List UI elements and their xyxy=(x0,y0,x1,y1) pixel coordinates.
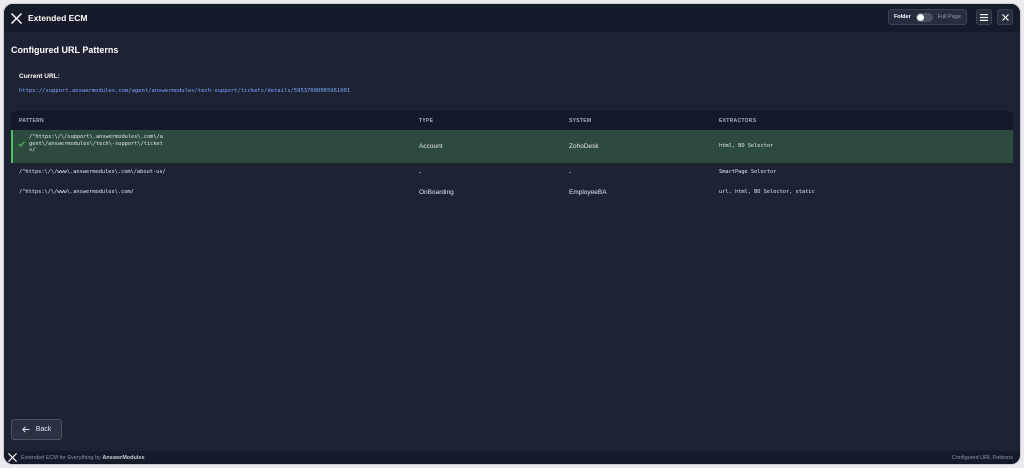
current-url-label: Current URL: xyxy=(19,73,60,80)
table-header: PATTERN TYPE SYSTEM EXTRACTORS xyxy=(11,111,1013,130)
footer-brand: AnswerModules xyxy=(102,454,145,461)
extractors-cell: url, html, BO Selector, static xyxy=(719,189,815,195)
extractors-cell: SmartPage Selector xyxy=(719,169,777,175)
menu-button[interactable] xyxy=(976,9,992,25)
app-title: Extended ECM xyxy=(28,13,88,23)
type-cell: - xyxy=(419,169,422,176)
footer-logo-icon xyxy=(8,453,17,462)
system-cell: EmployeeBA xyxy=(569,189,607,196)
check-icon xyxy=(18,134,25,152)
app-window: Extended ECM Folder Full Page Configured… xyxy=(3,3,1021,465)
close-icon xyxy=(1001,8,1009,26)
toggle-full-page-label: Full Page xyxy=(937,14,961,20)
view-mode-toggle[interactable]: Folder Full Page xyxy=(887,9,967,25)
footer-credit: Extended ECM for Everything by AnswerMod… xyxy=(21,454,145,461)
system-cell: ZohoDesk xyxy=(569,143,599,150)
pattern-cell: /^https:\/\/support\.answermodules\.com\… xyxy=(29,134,163,153)
back-button[interactable]: Back xyxy=(11,419,62,440)
app-logo-icon xyxy=(10,12,22,24)
system-cell: - xyxy=(569,169,572,176)
top-bar: Extended ECM Folder Full Page xyxy=(4,4,1020,32)
back-button-label: Back xyxy=(35,426,52,433)
column-header-pattern: PATTERN xyxy=(19,117,44,124)
arrow-left-icon xyxy=(21,426,30,433)
column-header-system: SYSTEM xyxy=(569,117,592,124)
page-title: Configured URL Patterns xyxy=(11,45,119,55)
footer-page-name: Configured URL Patterns xyxy=(951,454,1013,461)
table-row[interactable]: /^https:\/\/www\.answermodules\.com/ OnB… xyxy=(11,183,1013,203)
extractors-cell: html, BO Selector xyxy=(719,143,774,149)
column-header-type: TYPE xyxy=(419,117,434,124)
pattern-cell: /^https:\/\/www\.answermodules\.com/ xyxy=(19,189,134,195)
footer: Extended ECM for Everything by AnswerMod… xyxy=(4,451,1020,464)
column-header-extractors: EXTRACTORS xyxy=(719,117,757,124)
table-row[interactable]: /^https:\/\/www\.answermodules\.com\/abo… xyxy=(11,163,1013,183)
table-row[interactable]: /^https:\/\/support\.answermodules\.com\… xyxy=(11,130,1013,163)
url-patterns-table: PATTERN TYPE SYSTEM EXTRACTORS /^https:\… xyxy=(11,111,1013,203)
toggle-folder-label: Folder xyxy=(893,14,911,20)
pattern-cell: /^https:\/\/www\.answermodules\.com\/abo… xyxy=(19,169,166,175)
view-mode-switch[interactable] xyxy=(915,12,933,22)
hamburger-menu-icon xyxy=(980,8,988,26)
type-cell: Account xyxy=(419,143,443,150)
type-cell: OnBoarding xyxy=(419,189,454,196)
current-url-value: https://support.answermodules.com/agent/… xyxy=(19,88,351,94)
close-button[interactable] xyxy=(997,9,1013,25)
